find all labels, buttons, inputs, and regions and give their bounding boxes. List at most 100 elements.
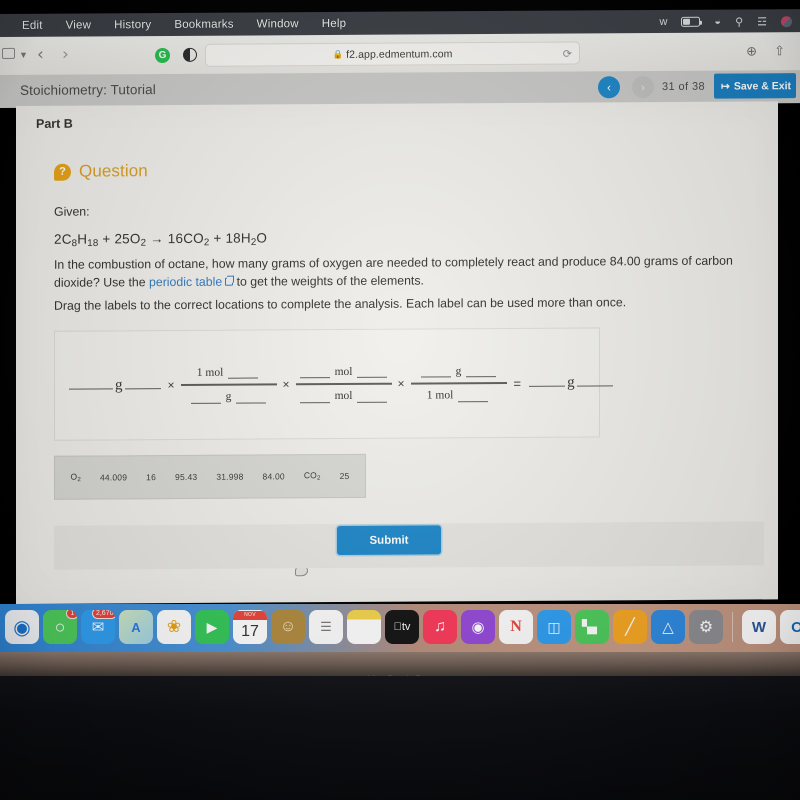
- periodic-table-link[interactable]: periodic table: [149, 275, 222, 289]
- screenshot-root: Edit View History Bookmarks Window Help …: [0, 0, 800, 800]
- previous-page-button[interactable]: ‹: [598, 76, 620, 99]
- dock-app-maps[interactable]: A: [119, 610, 153, 644]
- drag-label-31998[interactable]: 31.998: [216, 472, 243, 482]
- question-heading: Question: [79, 161, 148, 181]
- dock-app-podcasts[interactable]: ◉: [461, 610, 495, 644]
- menu-item-history[interactable]: History: [114, 19, 151, 31]
- extension-icon[interactable]: G: [155, 47, 170, 64]
- dock-app-notes[interactable]: [347, 610, 381, 644]
- fraction-1-den-label: g: [225, 390, 232, 404]
- dock-app-mail[interactable]: ✉ 2,670: [81, 610, 115, 644]
- wifi-icon[interactable]: ◒: [714, 16, 721, 28]
- share-icon[interactable]: ⇧: [774, 43, 785, 59]
- drag-label-9543[interactable]: 95.43: [175, 472, 197, 482]
- sidebar-toggle-icon[interactable]: [2, 47, 15, 59]
- times-operator-2: ×: [282, 377, 290, 392]
- dropzone-11[interactable]: [466, 364, 497, 378]
- dock-app-music[interactable]: ♫: [423, 610, 457, 644]
- menu-item-view[interactable]: View: [66, 19, 92, 31]
- control-center-icon[interactable]: ☲: [757, 15, 767, 28]
- answer-term: g: [527, 373, 615, 392]
- back-button[interactable]: ‹: [37, 45, 44, 65]
- address-bar[interactable]: 🔒 f2.app.edmentum.com ⟳: [205, 41, 580, 67]
- menu-item-bookmarks[interactable]: Bookmarks: [174, 19, 233, 31]
- dropzone-6[interactable]: [299, 365, 330, 379]
- dock-app-apple-tv[interactable]: tv: [385, 610, 419, 644]
- page-current: 31: [662, 80, 676, 93]
- dock-app-numbers[interactable]: ▚▖: [575, 610, 609, 644]
- dock-app-news[interactable]: N: [499, 610, 533, 644]
- dropzone-10[interactable]: [420, 364, 451, 378]
- dock-app-safari[interactable]: ◉: [5, 610, 39, 644]
- reader-view-icon[interactable]: [183, 47, 197, 62]
- dock-app-reminders[interactable]: ☰: [309, 610, 343, 644]
- dock-app-pages[interactable]: ╱: [613, 610, 647, 644]
- menu-item-help[interactable]: Help: [322, 18, 346, 30]
- question-mark-icon: ?: [54, 163, 71, 181]
- equals-operator: =: [513, 375, 522, 391]
- menu-item-edit[interactable]: Edit: [22, 20, 43, 32]
- part-label: Part B: [36, 116, 73, 131]
- save-and-exit-button[interactable]: ↦ Save & Exit: [714, 73, 796, 99]
- fraction-3-bar: [410, 382, 507, 385]
- page-counter: 31 of 38: [662, 81, 705, 93]
- battery-icon[interactable]: [681, 16, 701, 27]
- menu-item-window[interactable]: Window: [257, 18, 299, 30]
- drag-label-o2[interactable]: O2: [71, 472, 81, 484]
- fraction-2-bar: [295, 382, 392, 386]
- dropzone-3[interactable]: [228, 365, 259, 379]
- dock-app-word[interactable]: W: [742, 610, 776, 644]
- lesson-content-page: Part B ? Question Given: 2C8H18 + 25O2 →…: [16, 101, 778, 604]
- forward-button[interactable]: ›: [62, 45, 69, 65]
- dropzone-2[interactable]: [124, 376, 161, 390]
- dock-app-messages[interactable]: ○ 1: [43, 610, 77, 644]
- dimensional-analysis-work-area[interactable]: g × 1 mol g × mol mol × g 1 mol = g: [54, 327, 613, 441]
- submit-button[interactable]: Submit: [337, 525, 441, 556]
- conversion-fraction-3: g 1 mol: [410, 362, 507, 404]
- laptop-keyboard-deck: ☀F2 ⌗F3 ○F4 ⬤F5 ☾F6 ⏮F7 ⏯F8 ⏭F9 ◁F10 ◁)F…: [0, 676, 800, 800]
- user-avatar-icon[interactable]: [781, 15, 792, 27]
- drag-instruction: Drag the labels to the correct locations…: [54, 295, 627, 313]
- given-label: Given:: [54, 204, 90, 219]
- downloads-icon[interactable]: ⊕: [746, 43, 757, 59]
- label-bank[interactable]: O2 44.009 16 95.43 31.998 84.00 CO2 25: [54, 453, 366, 500]
- dropzone-13[interactable]: [529, 373, 566, 387]
- reload-icon[interactable]: ⟳: [563, 48, 572, 61]
- dock-app-outlook[interactable]: O: [780, 610, 800, 644]
- drag-label-8400[interactable]: 84.00: [263, 471, 285, 481]
- mute-icon[interactable]: w: [659, 16, 667, 28]
- fraction-2-numerator: mol: [298, 363, 390, 381]
- times-operator-1: ×: [167, 378, 175, 393]
- dock-app-calendar[interactable]: NOV 17: [233, 610, 267, 644]
- analysis-expression: g × 1 mol g × mol mol × g 1 mol = g: [55, 328, 613, 439]
- dropzone-14[interactable]: [576, 373, 613, 387]
- next-page-button[interactable]: ›: [632, 76, 654, 99]
- drag-label-25[interactable]: 25: [340, 471, 350, 481]
- dropzone-8[interactable]: [299, 389, 330, 404]
- dropzone-12[interactable]: [458, 388, 489, 403]
- dock-app-app-store[interactable]: △: [651, 610, 685, 644]
- dock-app-keynote[interactable]: ◫: [537, 610, 571, 644]
- address-bar-url: f2.app.edmentum.com: [346, 47, 453, 61]
- dropzone-4[interactable]: [190, 390, 221, 404]
- unit-g-1: g: [115, 377, 123, 394]
- dropzone-7[interactable]: [357, 364, 388, 379]
- conversion-fraction-2: mol mol: [295, 363, 392, 405]
- dock-app-system-preferences[interactable]: ⚙: [689, 610, 723, 644]
- mac-dock: ◉ ○1 ✉2,670 A ❀ ▶ NOV 17 ☺ ☰ tv ♫ ◉ N ◫…: [0, 604, 800, 652]
- unit-g-2: g: [567, 374, 575, 391]
- dock-app-contacts[interactable]: ☺: [271, 610, 305, 644]
- drag-label-16[interactable]: 16: [146, 472, 156, 482]
- search-icon[interactable]: ⚲: [735, 15, 743, 28]
- dropzone-9[interactable]: [357, 389, 388, 403]
- dropzone-5[interactable]: [236, 390, 267, 404]
- drag-label-44009[interactable]: 44.009: [100, 472, 127, 482]
- dropzone-1[interactable]: [69, 376, 113, 390]
- prompt-line-1: In the combustion of octane, how many gr…: [54, 253, 692, 272]
- chevron-down-icon[interactable]: ▼: [19, 50, 28, 60]
- dock-app-facetime[interactable]: ▶: [195, 610, 229, 644]
- browser-toolbar: ▼ ‹ › G 🔒 f2.app.edmentum.com ⟳ ⊕ ⇧: [0, 32, 800, 76]
- times-operator-3: ×: [397, 376, 405, 391]
- drag-label-co2[interactable]: CO2: [304, 470, 321, 482]
- dock-app-photos[interactable]: ❀: [157, 610, 191, 644]
